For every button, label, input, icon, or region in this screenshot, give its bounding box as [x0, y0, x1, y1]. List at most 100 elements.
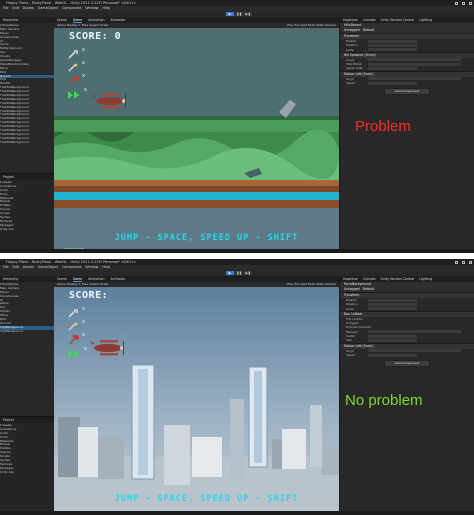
menu-edit[interactable]: Edit: [13, 265, 19, 269]
minimize-icon[interactable]: [455, 1, 458, 5]
game-view-options[interactable]: Game Display 1 Free Aspect Scale: [57, 23, 108, 27]
speed-powerup-row: x: [67, 344, 87, 358]
unity-editor-top: Flappy Plane - RustyPlane - WebGL - Unit…: [0, 0, 474, 253]
step-button[interactable]: ▶❚: [244, 12, 252, 16]
inspector-header: FarmBackground Untagged Default: [340, 282, 474, 292]
game-view[interactable]: SCORE: 0 x x x x JUMP - SPACE, SPEED UP …: [54, 28, 339, 253]
game-view-panel: Scene Game Animation Animator Game Displ…: [54, 276, 339, 515]
speed-multiplier: x: [84, 346, 87, 352]
spark-powerup-row: x: [67, 317, 85, 331]
hierarchy-panel: Hierarchy ▾ RustyPlane Main Camera Playe…: [0, 276, 55, 515]
menu-edit[interactable]: Edit: [13, 6, 19, 10]
play-controls: ▶ ❚❚ ▶❚: [226, 271, 252, 275]
prop-row: Scale: [340, 48, 474, 52]
prop-row: Speed: [340, 353, 474, 357]
tab-lighting[interactable]: Lighting: [419, 277, 432, 281]
speed-multiplier: x: [84, 87, 87, 93]
project-panel: Project ▾ Assets Animations Audio Fonts …: [0, 416, 54, 515]
close-icon[interactable]: [469, 1, 472, 5]
game-view[interactable]: SCORE: x x x x JUMP - SPACE, SPEED UP - …: [54, 287, 339, 515]
tab-version-control[interactable]: Unity Version Control: [381, 277, 415, 281]
tab-lighting[interactable]: Lighting: [419, 18, 432, 22]
inspector-header: HillsDesert Untagged Default: [340, 23, 474, 33]
score-label: SCORE:: [69, 290, 109, 301]
menu-window[interactable]: Window: [85, 265, 98, 269]
game-view-options[interactable]: Game Display 1 Free Aspect Scale: [57, 282, 108, 286]
tree-item[interactable]: Unity Ads: [0, 471, 54, 475]
controls-instructions: JUMP - SPACE, SPEED UP - SHIFT: [114, 494, 299, 504]
unity-editor-bottom: Flappy Plane - RustyPlane - WebGL - Unit…: [0, 259, 474, 515]
tab-inspector[interactable]: Inspector: [343, 277, 358, 281]
menu-component[interactable]: Component: [62, 265, 81, 269]
hierarchy-tree: ▾ RustyPlane Main Camera Player ScoreCan…: [0, 282, 54, 334]
hills-scene: [54, 28, 339, 253]
controls-instructions: JUMP - SPACE, SPEED UP - SHIFT: [114, 233, 299, 243]
tab-inspector[interactable]: Inspector: [343, 18, 358, 22]
game-view-panel: Scene Game Animation Animator Game Displ…: [54, 17, 339, 253]
close-icon[interactable]: [469, 260, 472, 264]
plane-sprite: [92, 93, 126, 109]
menu-gameobject[interactable]: GameObject: [38, 265, 59, 269]
menu-gameobject[interactable]: GameObject: [38, 6, 59, 10]
play-button[interactable]: ▶: [226, 12, 234, 16]
project-tree: ▾ Assets Animations Audio Fonts Material…: [0, 423, 54, 475]
spark-multiplier: x: [82, 60, 85, 66]
wrench-powerup-row: x: [67, 45, 85, 59]
wrench-multiplier: x: [82, 47, 85, 53]
add-component-button[interactable]: Add Component: [384, 88, 430, 96]
maximize-icon[interactable]: [462, 1, 465, 5]
tab-console[interactable]: Console: [363, 18, 376, 22]
layer-label[interactable]: Default: [363, 287, 375, 291]
speed-arrows-icon: [68, 350, 79, 358]
hammer-multiplier: x: [82, 73, 85, 79]
spark-powerup-row: x: [67, 58, 85, 72]
maximize-icon[interactable]: [462, 260, 465, 264]
status-bar: [0, 511, 474, 515]
tab-version-control[interactable]: Unity Version Control: [381, 18, 415, 22]
project-tree: ▾ Assets Animations Audio Fonts Material…: [0, 180, 54, 232]
minimize-icon[interactable]: [455, 260, 458, 264]
menu-assets[interactable]: Assets: [23, 265, 34, 269]
hierarchy-tree: ▾ RustyPlane Main Camera Player ScoreCan…: [0, 23, 54, 145]
annotation-no-problem: No problem: [345, 392, 423, 409]
prop-row: Spawn Rate: [340, 66, 474, 70]
menu-window[interactable]: Window: [85, 6, 98, 10]
play-controls: ▶ ❚❚ ▶❚: [226, 12, 252, 16]
tag-label[interactable]: Untagged: [344, 287, 360, 291]
play-button[interactable]: ▶: [226, 271, 234, 275]
add-component-button[interactable]: Add Component: [384, 360, 430, 368]
menu-file[interactable]: File: [3, 265, 9, 269]
menu-file[interactable]: File: [3, 6, 9, 10]
step-button[interactable]: ▶❚: [244, 271, 252, 275]
prop-row: Size: [340, 338, 474, 342]
prop-row: Speed: [340, 81, 474, 85]
pause-button[interactable]: ❚❚: [235, 271, 243, 275]
inspector-panel: Inspector Console Unity Version Control Lig…: [339, 17, 474, 253]
hammer-powerup-row: x: [67, 71, 85, 86]
hammer-multiplier: x: [82, 332, 85, 338]
spark-multiplier: x: [82, 319, 85, 325]
project-panel: Project ▾ Assets Animations Audio Fonts …: [0, 173, 54, 253]
prop-row: Scale: [340, 307, 474, 311]
menu-help[interactable]: Help: [102, 265, 110, 269]
wrench-multiplier: x: [82, 306, 85, 312]
tree-item[interactable]: CityBackground: [0, 330, 54, 334]
plane-sprite: [90, 340, 124, 356]
layer-label[interactable]: Default: [363, 28, 375, 32]
tab-console[interactable]: Console: [363, 277, 376, 281]
menu-assets[interactable]: Assets: [23, 6, 34, 10]
tree-item[interactable]: TheHillsBackground: [0, 141, 54, 145]
speed-powerup-row: x: [67, 85, 87, 99]
pause-button[interactable]: ❚❚: [235, 12, 243, 16]
score-label: SCORE: 0: [69, 31, 122, 42]
menu-help[interactable]: Help: [102, 6, 110, 10]
wrench-powerup-row: x: [67, 304, 85, 318]
menu-component[interactable]: Component: [62, 6, 81, 10]
hammer-powerup-row: x: [67, 330, 85, 345]
speed-arrows-icon: [68, 91, 79, 99]
city-scene: [54, 364, 339, 515]
annotation-problem: Problem: [355, 118, 411, 135]
hierarchy-panel: Hierarchy ▾ RustyPlane Main Camera Playe…: [0, 17, 55, 253]
tag-label[interactable]: Untagged: [344, 28, 360, 32]
tree-item[interactable]: Unity Ads: [0, 228, 54, 232]
